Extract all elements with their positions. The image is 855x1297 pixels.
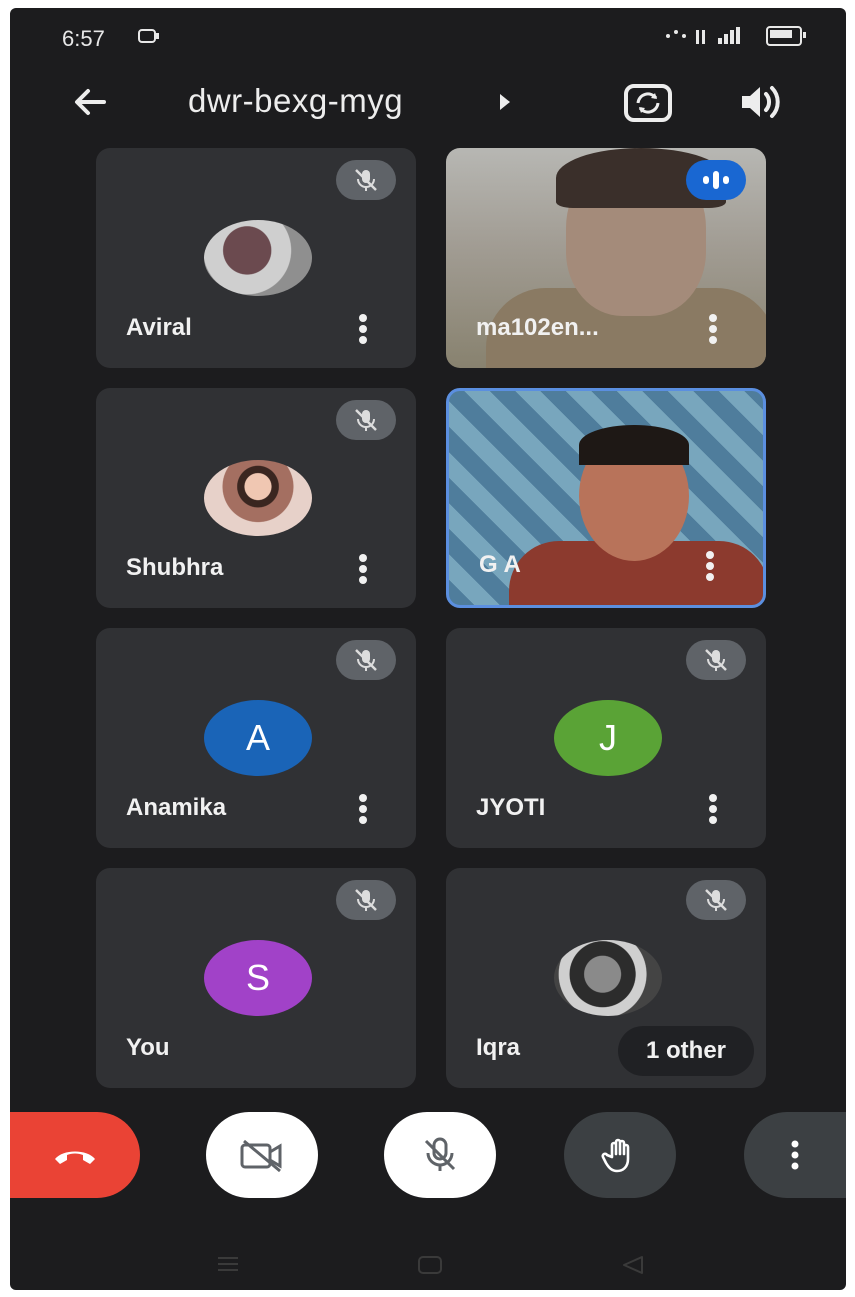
- more-options-button[interactable]: [744, 1112, 846, 1198]
- back-triangle-icon[interactable]: [620, 1254, 646, 1276]
- more-vert-icon[interactable]: [708, 314, 718, 344]
- participant-tile[interactable]: ma102en...: [446, 148, 766, 368]
- participant-name: ma102en...: [476, 314, 599, 341]
- status-indicators: [662, 26, 806, 46]
- mic-muted-badge: [336, 640, 396, 680]
- status-time: 6:57: [62, 26, 105, 51]
- end-call-button[interactable]: [10, 1112, 140, 1198]
- mic-muted-badge: [686, 640, 746, 680]
- avatar: [554, 940, 662, 1016]
- mic-off-icon: [705, 649, 727, 671]
- participant-name: Aviral: [126, 314, 192, 341]
- hand-icon: [601, 1138, 630, 1173]
- participant-name: You: [126, 1034, 170, 1061]
- camera-toggle-button[interactable]: [206, 1112, 318, 1198]
- avatar: [204, 460, 312, 536]
- more-vert-icon[interactable]: [358, 794, 368, 824]
- home-icon[interactable]: [416, 1254, 444, 1276]
- avatar-initial: S: [204, 940, 312, 1016]
- recents-menu-icon[interactable]: [216, 1254, 240, 1274]
- raise-hand-button[interactable]: [564, 1112, 676, 1198]
- mic-off-icon: [705, 889, 727, 911]
- more-vert-icon: [791, 1140, 799, 1170]
- mic-toggle-button[interactable]: [384, 1112, 496, 1198]
- meet-screen: 6:57 dwr-bexg-myg Aviral ma102en... Shub…: [10, 8, 846, 1290]
- speaking-indicator-icon: [686, 160, 746, 200]
- participant-tile-self[interactable]: S You: [96, 868, 416, 1088]
- mic-muted-badge: [686, 880, 746, 920]
- participant-name: G A: [479, 551, 521, 578]
- mic-muted-badge: [336, 400, 396, 440]
- others-count-pill[interactable]: 1 other: [617, 1026, 754, 1076]
- participant-tile[interactable]: Shubhra: [96, 388, 416, 608]
- more-vert-icon[interactable]: [358, 314, 368, 344]
- participant-name: JYOTI: [476, 794, 546, 821]
- call-controls: [10, 1098, 846, 1218]
- participant-name: Anamika: [126, 794, 227, 821]
- speaker-icon[interactable]: [736, 80, 784, 124]
- top-bar: dwr-bexg-myg: [10, 68, 846, 138]
- participant-name: Shubhra: [126, 554, 224, 581]
- mic-muted-badge: [336, 160, 396, 200]
- mic-off-icon: [355, 889, 377, 911]
- switch-camera-icon[interactable]: [622, 78, 674, 126]
- mic-off-icon: [355, 649, 377, 671]
- participant-tile[interactable]: Iqra 1 other: [446, 868, 766, 1088]
- more-vert-icon[interactable]: [705, 551, 715, 581]
- mic-muted-badge: [336, 880, 396, 920]
- participant-tile[interactable]: Aviral: [96, 148, 416, 368]
- battery-icon: [766, 26, 806, 46]
- back-arrow-icon[interactable]: [70, 82, 110, 122]
- avatar-initial: A: [204, 700, 312, 776]
- participant-tile[interactable]: A Anamika: [96, 628, 416, 848]
- meeting-code[interactable]: dwr-bexg-myg: [188, 82, 403, 120]
- system-nav-bar: [10, 1236, 846, 1290]
- mic-off-icon: [355, 169, 377, 191]
- mic-off-icon: [355, 409, 377, 431]
- mic-off-icon: [424, 1137, 456, 1171]
- signal-icon: [666, 27, 740, 44]
- phone-hangup-icon: [55, 1151, 95, 1164]
- participant-tile-active[interactable]: G A: [446, 388, 766, 608]
- more-vert-icon[interactable]: [358, 554, 368, 584]
- avatar-initial: J: [554, 700, 662, 776]
- avatar: [204, 220, 312, 296]
- more-vert-icon[interactable]: [708, 794, 718, 824]
- camera-off-icon: [240, 1139, 282, 1173]
- status-bar: 6:57: [10, 8, 846, 68]
- caret-right-icon[interactable]: [500, 94, 510, 110]
- participant-name: Iqra: [476, 1034, 521, 1061]
- participant-tile[interactable]: J JYOTI: [446, 628, 766, 848]
- sync-icon: [138, 29, 159, 43]
